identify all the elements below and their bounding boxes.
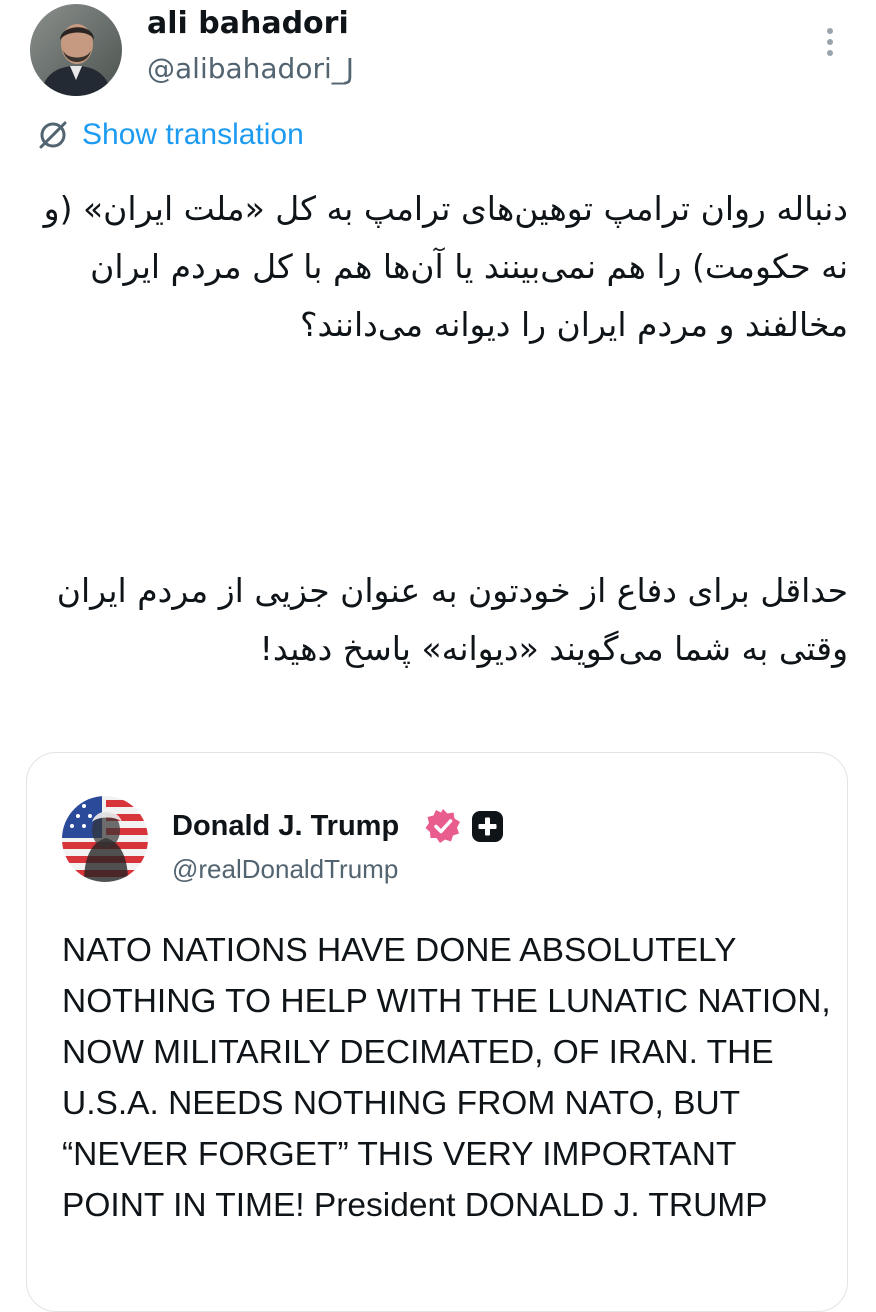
- tweet-text: دنباله روان ترامپ توهین‌های ترامپ به کل …: [32, 180, 848, 354]
- tweet-text-second: حداقل برای دفاع از خودتون به عنوان جزیی …: [32, 562, 848, 678]
- quoted-author-display-name[interactable]: Donald J. Trump: [172, 807, 399, 845]
- verified-badge-icon: [425, 809, 460, 843]
- quoted-post-text: NATO NATIONS HAVE DONE ABSOLUTELY NOTHIN…: [62, 932, 831, 1224]
- author-display-name[interactable]: ali bahadori: [147, 4, 349, 44]
- quoted-author-handle[interactable]: @realDonaldTrump: [172, 852, 398, 886]
- more-vertical-icon: [827, 28, 833, 34]
- tweet-paragraph: حداقل برای دفاع از خودتون به عنوان جزیی …: [56, 571, 848, 668]
- more-options-button[interactable]: [812, 22, 848, 62]
- quoted-author-avatar[interactable]: [62, 796, 148, 882]
- quoted-post-card[interactable]: Donald J. Trump @realDonaldTrump NATO NA…: [26, 752, 848, 1312]
- author-avatar[interactable]: [30, 4, 122, 96]
- tweet-header: ali bahadori @alibahadori_J: [0, 0, 876, 110]
- author-handle[interactable]: @alibahadori_J: [147, 50, 354, 88]
- plus-badge-icon: [472, 811, 503, 842]
- translate-icon: [39, 121, 67, 149]
- show-translation-label: Show translation: [82, 118, 304, 151]
- tweet-paragraph: دنباله روان ترامپ توهین‌های ترامپ به کل …: [43, 189, 848, 344]
